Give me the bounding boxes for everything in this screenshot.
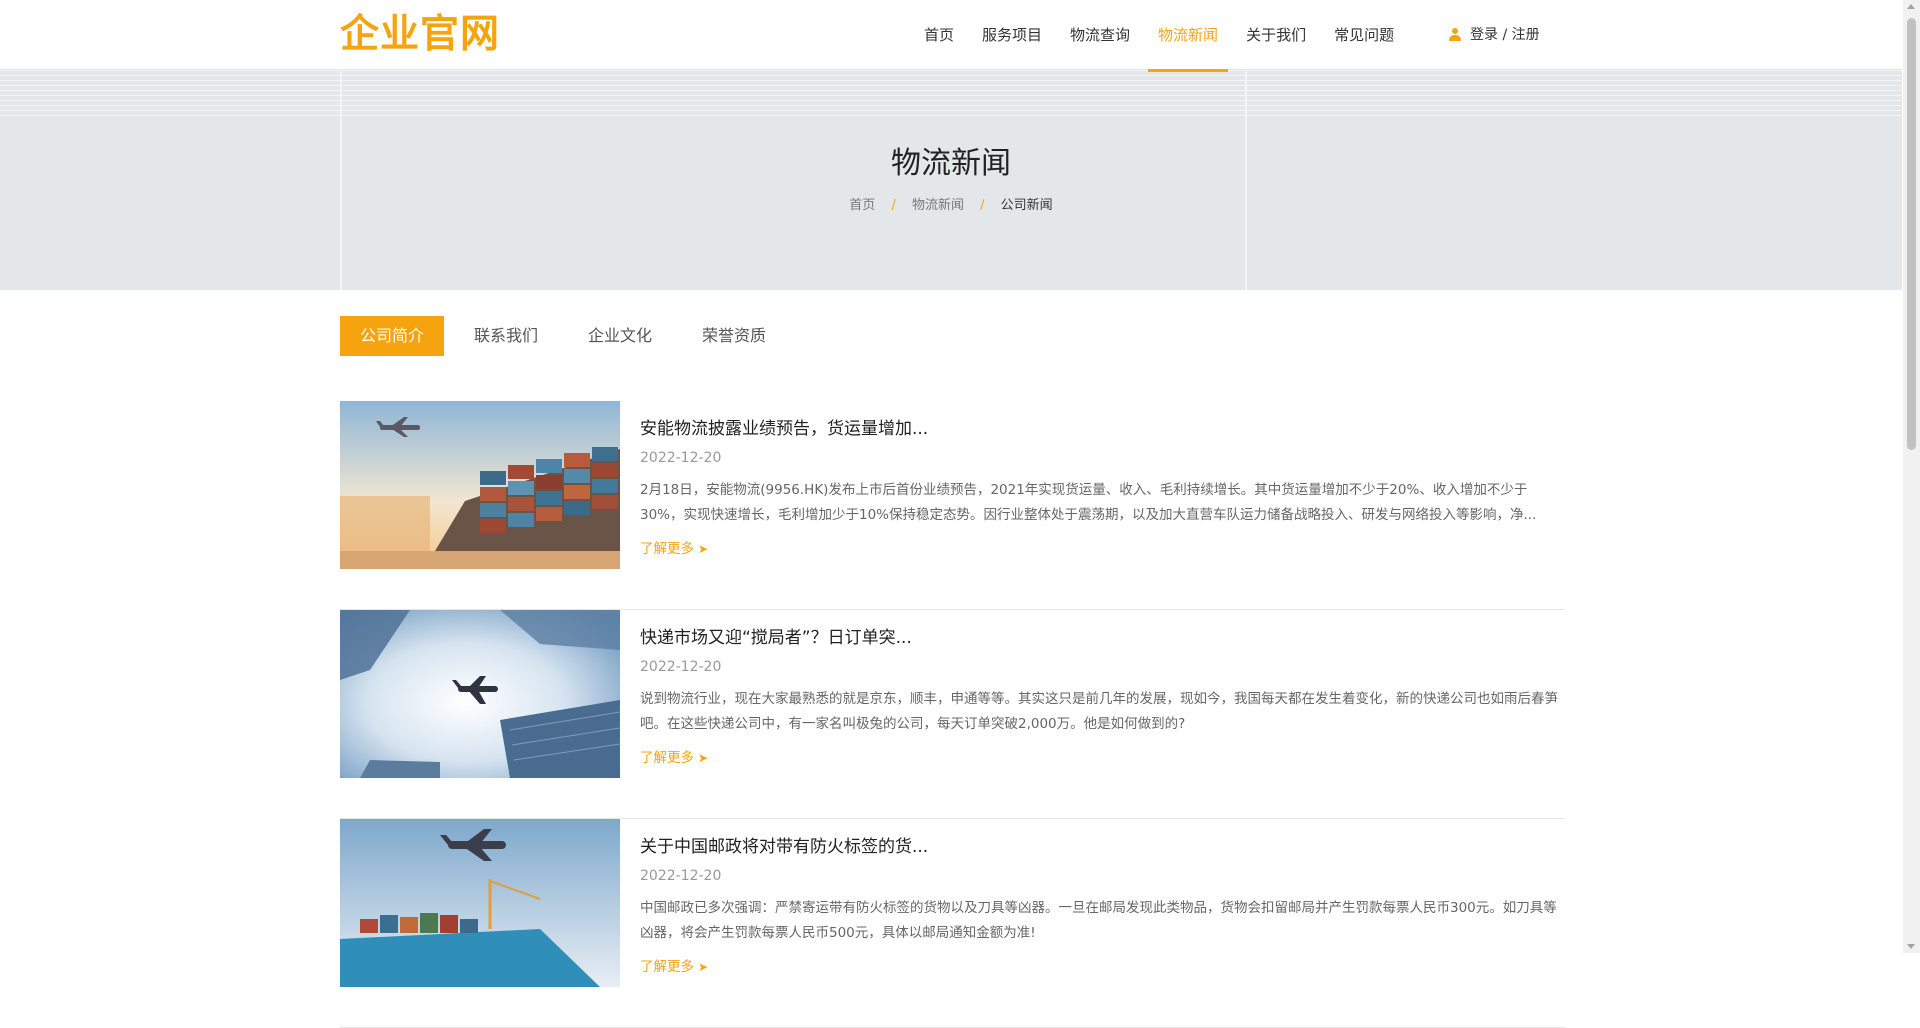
news-summary: 2月18日，安能物流(9956.HK)发布上市后首份业绩预告，2021年实现货运… xyxy=(640,482,1537,523)
arrow-right-icon: ➤ xyxy=(698,751,709,765)
news-list: 安能物流披露业绩预告，货运量增加... 2022-12-20 2月18日，安能物… xyxy=(340,401,1565,1028)
user-icon xyxy=(1448,27,1462,42)
news-title[interactable]: 关于中国邮政将对带有防火标签的货... xyxy=(640,835,1565,859)
news-item: 快递市场又迎“搅局者”？日订单突... 2022-12-20 说到物流行业，现在… xyxy=(340,610,1565,819)
scroll-up-arrow-icon[interactable] xyxy=(1907,4,1915,9)
news-date: 2022-12-20 xyxy=(640,868,722,884)
tab-honors[interactable]: 荣誉资质 xyxy=(682,316,786,356)
news-summary: 说到物流行业，现在大家最熟悉的就是京东，顺丰，申通等等。其实这只是前几年的发展，… xyxy=(640,691,1558,732)
news-content: 关于中国邮政将对带有防火标签的货... 2022-12-20 中国邮政已多次强调… xyxy=(640,819,1565,977)
site-logo[interactable]: 企业官网 xyxy=(340,12,500,58)
news-summary: 中国邮政已多次强调：严禁寄运带有防火标签的货物以及刀具等凶器。一旦在邮局发现此类… xyxy=(640,900,1557,941)
news-item: 安能物流披露业绩预告，货运量增加... 2022-12-20 2月18日，安能物… xyxy=(340,401,1565,610)
page-title: 物流新闻 xyxy=(891,146,1011,181)
cargo-ship-airplane-image xyxy=(340,819,620,987)
nav-item-home[interactable]: 首页 xyxy=(914,0,964,69)
login-register-label: 登录 / 注册 xyxy=(1470,26,1540,43)
news-date: 2022-12-20 xyxy=(640,450,722,466)
news-title[interactable]: 安能物流披露业绩预告，货运量增加... xyxy=(640,417,1565,441)
read-more-label: 了解更多 xyxy=(640,541,694,557)
tab-contact-us[interactable]: 联系我们 xyxy=(454,316,558,356)
read-more-link[interactable]: 了解更多 ➤ xyxy=(640,539,708,559)
login-register-link[interactable]: 登录 / 注册 xyxy=(1448,0,1540,69)
breadcrumb-current: 公司新闻 xyxy=(1000,198,1053,213)
news-content: 安能物流披露业绩预告，货运量增加... 2022-12-20 2月18日，安能物… xyxy=(640,401,1565,559)
page-banner: 物流新闻 首页 / 物流新闻 / 公司新闻 xyxy=(0,70,1902,290)
category-tabs: 公司简介 联系我们 企业文化 荣誉资质 xyxy=(340,316,796,356)
site-header: 企业官网 首页 服务项目 物流查询 物流新闻 关于我们 常见问题 登录 / 注册 xyxy=(0,0,1902,72)
read-more-link[interactable]: 了解更多 ➤ xyxy=(640,748,708,768)
tab-company-intro[interactable]: 公司简介 xyxy=(340,316,445,356)
airplane-skyscrapers-image xyxy=(340,610,620,778)
tab-corporate-culture[interactable]: 企业文化 xyxy=(568,316,672,356)
news-item: 关于中国邮政将对带有防火标签的货... 2022-12-20 中国邮政已多次强调… xyxy=(340,819,1565,1028)
nav-item-tracking[interactable]: 物流查询 xyxy=(1060,0,1140,69)
breadcrumb: 首页 / 物流新闻 / 公司新闻 xyxy=(0,196,1902,216)
nav-item-faq[interactable]: 常见问题 xyxy=(1324,0,1404,69)
news-thumbnail[interactable] xyxy=(340,401,620,569)
read-more-label: 了解更多 xyxy=(640,750,694,766)
news-content: 快递市场又迎“搅局者”？日订单突... 2022-12-20 说到物流行业，现在… xyxy=(640,610,1565,768)
page-scrollbar[interactable] xyxy=(1903,0,1920,953)
news-thumbnail[interactable] xyxy=(340,610,620,778)
read-more-link[interactable]: 了解更多 ➤ xyxy=(640,957,708,977)
cargo-containers-airplane-image xyxy=(340,401,620,569)
arrow-right-icon: ➤ xyxy=(698,960,709,974)
breadcrumb-separator: / xyxy=(891,198,896,213)
scroll-thumb[interactable] xyxy=(1907,18,1916,450)
breadcrumb-news[interactable]: 物流新闻 xyxy=(912,198,964,213)
news-date: 2022-12-20 xyxy=(640,659,722,675)
nav-item-news[interactable]: 物流新闻 xyxy=(1148,0,1229,72)
read-more-label: 了解更多 xyxy=(640,959,694,975)
news-thumbnail[interactable] xyxy=(340,819,620,987)
scroll-down-arrow-icon[interactable] xyxy=(1907,944,1915,949)
arrow-right-icon: ➤ xyxy=(698,542,709,556)
news-title[interactable]: 快递市场又迎“搅局者”？日订单突... xyxy=(640,626,1565,650)
nav-item-services[interactable]: 服务项目 xyxy=(972,0,1052,69)
breadcrumb-separator: / xyxy=(980,198,985,213)
nav-item-about[interactable]: 关于我们 xyxy=(1236,0,1316,69)
breadcrumb-home[interactable]: 首页 xyxy=(849,198,875,213)
main-nav: 首页 服务项目 物流查询 物流新闻 关于我们 常见问题 xyxy=(910,0,1408,72)
